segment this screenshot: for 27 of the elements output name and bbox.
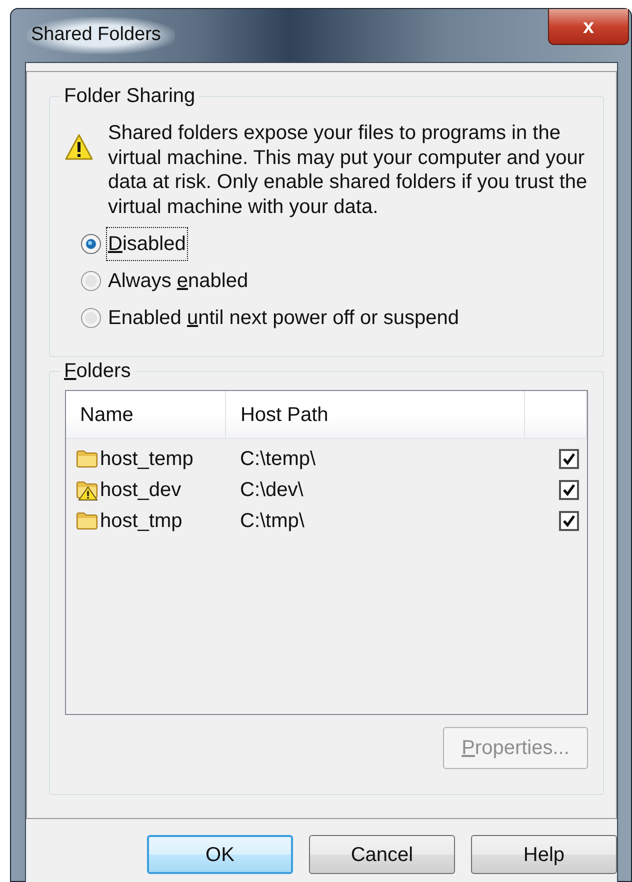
checkbox[interactable]: [559, 480, 579, 500]
host-path: C:\tmp\: [239, 508, 306, 534]
radio-option[interactable]: Enabled until next power off or suspend: [80, 299, 459, 336]
dialog-button[interactable]: Help: [471, 835, 617, 874]
host-path: C:\temp\: [239, 446, 317, 472]
radio-icon: [80, 232, 102, 254]
column-header[interactable]: Name: [66, 391, 226, 438]
folder-icon: [76, 448, 98, 470]
dialog-button[interactable]: Cancel: [309, 835, 455, 874]
close-button[interactable]: x: [548, 9, 629, 45]
column-header[interactable]: Host Path: [226, 391, 524, 438]
folder-name[interactable]: host_tmp: [100, 506, 182, 536]
warning-icon: [64, 133, 94, 161]
folder-name[interactable]: host_temp: [100, 444, 194, 474]
window-title: Shared Folders: [27, 17, 175, 54]
checkbox[interactable]: [559, 510, 579, 530]
radio-icon: [80, 306, 102, 328]
folder-warning-icon: [76, 478, 98, 500]
radio-option[interactable]: Disabled: [80, 225, 186, 262]
radio-icon: [80, 270, 102, 292]
folder-icon: [76, 510, 98, 532]
radio-option[interactable]: Always enabled: [80, 262, 248, 299]
checkbox[interactable]: [559, 448, 579, 468]
folder-name[interactable]: host_dev: [100, 474, 182, 504]
dialog-button[interactable]: OK: [147, 835, 293, 874]
warning-text: Shared folders expose your files to programs in the virtual machine. This may put your computer and your data at risk. Only enable shared folders if you trust the virtual machine with your data.: [108, 121, 588, 219]
host-path: C:\dev\: [239, 478, 304, 502]
